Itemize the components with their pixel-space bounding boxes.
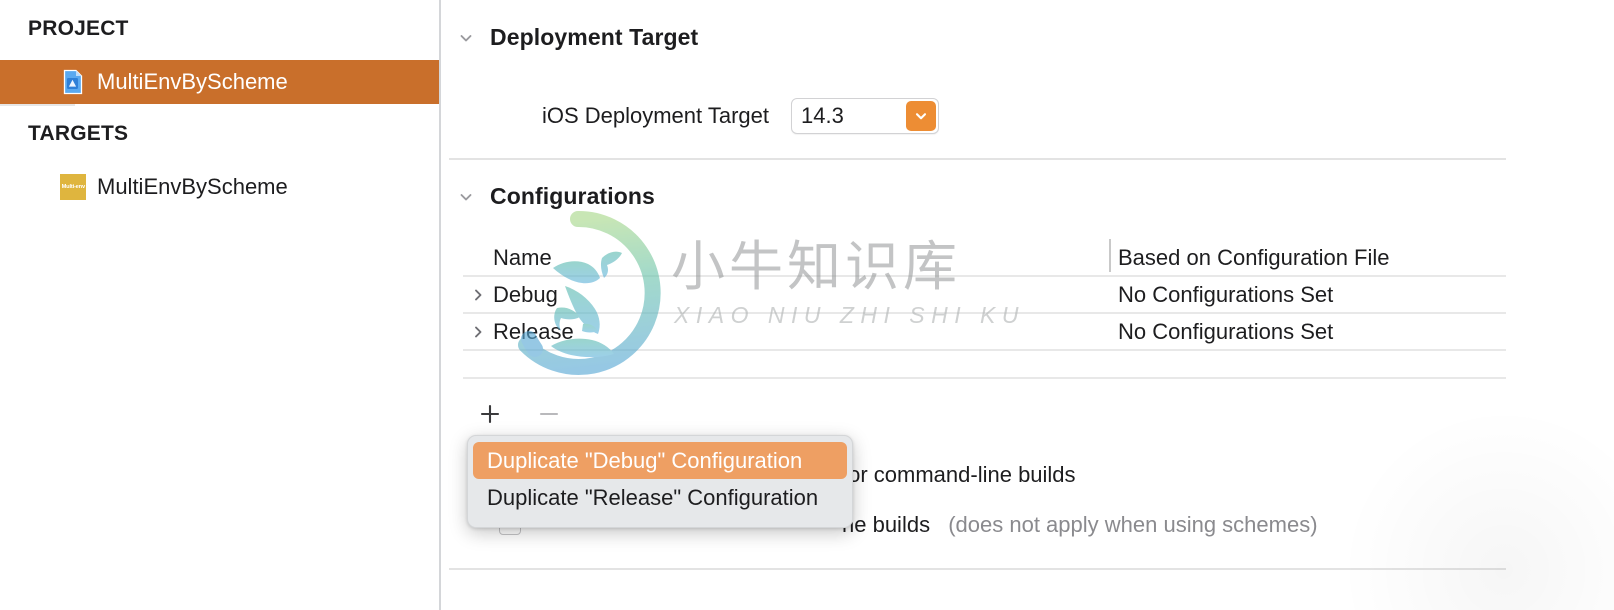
- column-header-name: Name: [493, 244, 552, 270]
- ios-deployment-target-select[interactable]: 14.3: [791, 98, 939, 134]
- sidebar-item-project-multienvbyscheme[interactable]: MultiEnvByScheme: [0, 60, 439, 104]
- chevron-down-icon[interactable]: [459, 190, 473, 204]
- line2-bold-part: ne builds: [842, 512, 931, 537]
- sidebar-item-target-multienvbyscheme[interactable]: Multi-env MultiEnvByScheme: [0, 165, 439, 209]
- section-divider: [449, 158, 1506, 160]
- sidebar-section-header-targets: TARGETS: [28, 122, 129, 145]
- config-based-on-cell[interactable]: No Configurations Set: [1109, 282, 1506, 308]
- sidebar-item-label: MultiEnvByScheme: [97, 69, 288, 94]
- line2-muted-part: (does not apply when using schemes): [948, 512, 1318, 537]
- ios-deployment-target-row: iOS Deployment Target 14.3: [441, 98, 939, 134]
- section-title: Configurations: [490, 183, 655, 209]
- section-configurations-header[interactable]: Configurations: [459, 183, 655, 210]
- chevron-right-icon[interactable]: [471, 325, 493, 339]
- menu-item-duplicate-debug[interactable]: Duplicate "Debug" Configuration: [473, 442, 847, 479]
- chevron-down-icon[interactable]: [906, 101, 936, 131]
- sidebar-item-label: MultiEnvByScheme: [97, 174, 288, 199]
- menu-item-duplicate-release[interactable]: Duplicate "Release" Configuration: [473, 479, 847, 516]
- section-deployment-target-header[interactable]: Deployment Target: [459, 24, 698, 51]
- configuration-toolbar: [477, 400, 562, 428]
- app-target-icon: Multi-env: [60, 174, 86, 200]
- configurations-table: Name Based on Configuration File Debug N…: [463, 238, 1506, 379]
- project-navigator-sidebar: PROJECT MultiEnvByScheme TARGETS Multi-e…: [0, 0, 441, 610]
- config-name-label: Debug: [493, 281, 558, 307]
- editor-main-panel: Deployment Target iOS Deployment Target …: [441, 0, 1614, 610]
- remove-configuration-button[interactable]: [536, 400, 562, 428]
- table-empty-row: [463, 351, 1506, 379]
- table-header-row: Name Based on Configuration File: [463, 238, 1506, 277]
- add-configuration-button[interactable]: [477, 400, 503, 428]
- config-based-on-cell[interactable]: No Configurations Set: [1109, 319, 1506, 345]
- xcode-project-icon: [60, 69, 86, 95]
- chevron-down-icon[interactable]: [459, 31, 473, 45]
- sidebar-divider: [0, 104, 75, 106]
- duplicate-configuration-menu: Duplicate "Debug" Configuration Duplicat…: [467, 435, 853, 528]
- ios-deployment-target-label: iOS Deployment Target: [541, 103, 769, 128]
- table-row[interactable]: Debug No Configurations Set: [463, 277, 1506, 314]
- command-line-builds-text-line1: for command-line builds: [842, 462, 1076, 487]
- xcode-project-editor: PROJECT MultiEnvByScheme TARGETS Multi-e…: [0, 0, 1614, 610]
- page-glow: [1334, 410, 1614, 610]
- command-line-builds-text-line2: ne builds (does not apply when using sch…: [842, 512, 1318, 538]
- config-name-label: Release: [493, 318, 574, 344]
- app-target-icon-label: Multi-env: [61, 184, 85, 190]
- config-name-cell: Debug: [463, 282, 1109, 308]
- sidebar-section-header-project: PROJECT: [28, 17, 129, 40]
- ios-deployment-target-value: 14.3: [801, 103, 844, 128]
- section-title: Deployment Target: [490, 24, 699, 50]
- column-header-based-on: Based on Configuration File: [1109, 238, 1506, 272]
- table-row[interactable]: Release No Configurations Set: [463, 314, 1506, 351]
- section-divider: [449, 568, 1506, 570]
- config-name-cell: Release: [463, 319, 1109, 345]
- chevron-right-icon[interactable]: [471, 288, 493, 302]
